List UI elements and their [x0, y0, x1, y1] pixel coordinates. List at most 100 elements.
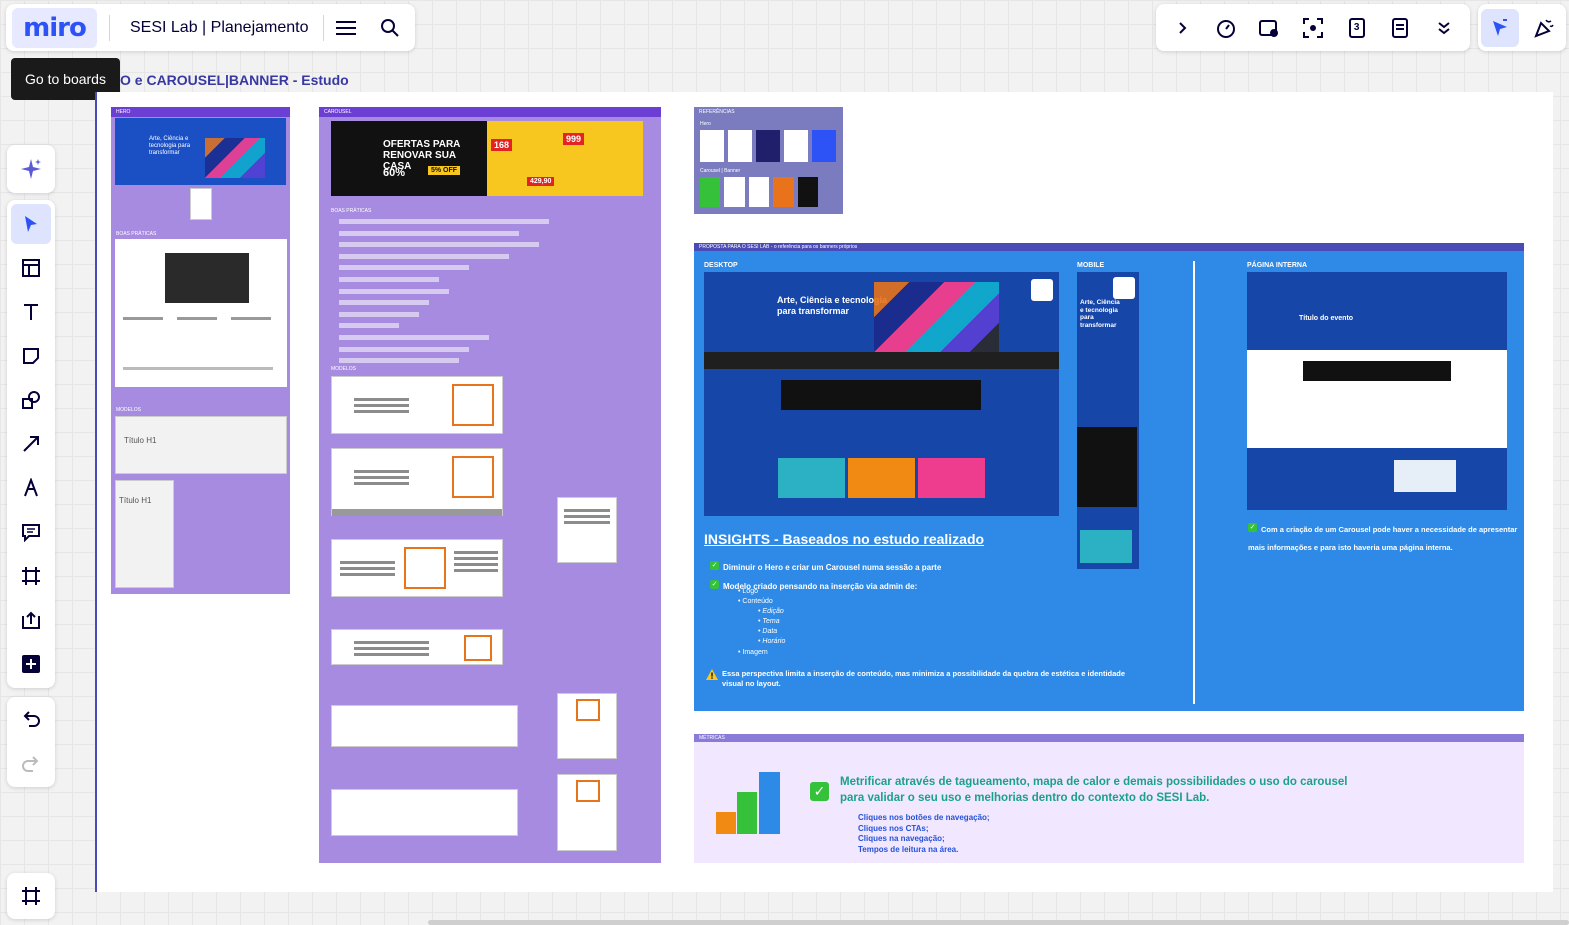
carousel-panel[interactable]: CAROUSEL OFERTAS PARA RENOVAR SUA CASA 6…	[319, 107, 661, 863]
card-teal	[778, 458, 845, 498]
list-item	[339, 358, 459, 364]
undo-icon[interactable]	[11, 698, 51, 738]
wireframe-side-card	[557, 497, 617, 563]
metrics-list-item: Tempos de leitura na área.	[858, 844, 959, 854]
proposal-header: PROPOSTA PARA O SESI LAB - o referência …	[694, 243, 1524, 251]
timer-icon[interactable]	[1207, 9, 1245, 47]
frame-icon[interactable]	[11, 556, 51, 596]
panel-header: HERO	[111, 107, 290, 117]
mobile-label: MOBILE	[1077, 262, 1105, 269]
internal-content	[1247, 350, 1507, 448]
undo-redo-panel	[7, 697, 55, 787]
horizontal-scrollbar[interactable]	[428, 920, 1569, 925]
list-item	[339, 323, 399, 329]
insight-item-edition: • Edição	[758, 608, 784, 615]
board-title[interactable]: SESI Lab | Planejamento	[130, 19, 309, 37]
hero-mobile-thumb	[190, 188, 212, 220]
text-line	[123, 317, 163, 320]
reaction-cursor-icon[interactable]	[1481, 8, 1519, 47]
wireframe-card	[331, 629, 503, 665]
list-item	[339, 242, 539, 248]
metrics-header: MÉTRICAS	[694, 734, 1524, 742]
section-label: REFERÊNCIAS	[699, 109, 735, 115]
banner-discount: 60%	[383, 167, 406, 179]
frames-list-button[interactable]	[7, 873, 55, 919]
section-label: BOAS PRÁTICAS	[331, 208, 372, 214]
wireframe-card	[331, 376, 503, 434]
image-placeholder-icon	[452, 384, 494, 426]
card-orange	[848, 458, 915, 498]
sparkle-icon	[21, 159, 41, 179]
chevron-right-icon[interactable]	[1163, 9, 1201, 47]
hero-panel[interactable]: HERO Arte, Ciência e tecnologia para tra…	[111, 107, 290, 594]
templates-icon[interactable]	[11, 248, 51, 288]
text-line	[231, 317, 271, 320]
celebrate-icon[interactable]	[1525, 9, 1563, 47]
top-right-toolbar-2	[1478, 4, 1566, 51]
hero-screenshot: Arte, Ciência e tecnologia para transfor…	[115, 118, 286, 185]
notes-icon[interactable]	[1381, 9, 1419, 47]
nav-bar	[704, 352, 1059, 369]
hamburger-menu-icon[interactable]	[324, 8, 368, 48]
text-line	[177, 317, 217, 320]
search-icon[interactable]	[368, 8, 412, 48]
section-label: MODELOS	[331, 366, 357, 372]
list-item	[339, 276, 439, 282]
mobile-carousel	[1077, 427, 1137, 507]
references-panel[interactable]: REFERÊNCIAS Hero Carousel | Banner	[694, 107, 843, 214]
hero-collage	[205, 138, 265, 178]
list-item	[339, 346, 469, 352]
sticky-note-icon[interactable]	[11, 336, 51, 376]
left-toolbar	[7, 200, 55, 688]
ai-assistant-button[interactable]	[7, 145, 55, 193]
select-icon[interactable]	[11, 204, 51, 244]
example-image	[165, 253, 249, 303]
divider	[109, 14, 110, 41]
section-label: Hero	[700, 121, 711, 127]
list-item	[339, 300, 429, 306]
list-item	[339, 311, 419, 317]
check-icon: ✓	[710, 580, 719, 590]
internal-page-label: PÁGINA INTERNA	[1247, 262, 1308, 269]
model-card-1: Título H1	[115, 416, 287, 474]
map-thumbnail	[1394, 460, 1456, 492]
shapes-icon[interactable]	[11, 380, 51, 420]
image-placeholder-icon	[576, 780, 600, 802]
pen-icon[interactable]	[11, 468, 51, 508]
thumbnail-strip	[332, 509, 502, 516]
list-item	[339, 219, 549, 224]
banner-price-1: 168	[491, 139, 513, 151]
text-icon[interactable]	[11, 292, 51, 332]
upload-icon[interactable]	[11, 600, 51, 640]
list-item	[339, 253, 509, 259]
check-icon: ✓	[1248, 523, 1257, 533]
comment-icon[interactable]	[11, 512, 51, 552]
best-practices-list	[339, 219, 569, 370]
proposal-frame[interactable]: PROPOSTA PARA O SESI LAB - o referência …	[694, 243, 1524, 711]
connector-icon[interactable]	[11, 424, 51, 464]
counter-icon[interactable]: 3	[1338, 9, 1376, 47]
redo-icon[interactable]	[11, 743, 51, 783]
wireframe-card	[331, 448, 503, 516]
video-icon[interactable]	[1250, 9, 1288, 47]
chevron-down-icon[interactable]	[1425, 9, 1463, 47]
internal-banner	[1303, 361, 1451, 381]
internal-page-mockup: Título do evento	[1247, 272, 1507, 510]
warning-icon	[706, 669, 718, 680]
bar-chart-icon	[716, 772, 780, 834]
image-placeholder-icon	[464, 635, 492, 661]
metrics-frame[interactable]: MÉTRICAS ✓ Metrificar através de tagueam…	[694, 734, 1524, 863]
model-card-title: Título H1	[124, 436, 157, 445]
model-card-2: Título H1	[115, 480, 174, 588]
internal-note: ✓ Com a criação de um Carousel pode haver…	[1248, 523, 1518, 552]
frame-title[interactable]: O e CAROUSEL|BANNER - Estudo	[120, 72, 349, 88]
focus-icon[interactable]	[1294, 9, 1332, 47]
top-right-toolbar: 3	[1156, 4, 1470, 51]
more-tools-icon[interactable]	[11, 644, 51, 684]
text-line	[123, 367, 273, 370]
insight-item-time: • Horário	[758, 638, 786, 645]
check-icon: ✓	[810, 782, 829, 801]
miro-logo[interactable]: miro	[12, 7, 97, 48]
wireframe-card	[331, 539, 503, 597]
reference-thumbs-carousel	[700, 177, 819, 207]
